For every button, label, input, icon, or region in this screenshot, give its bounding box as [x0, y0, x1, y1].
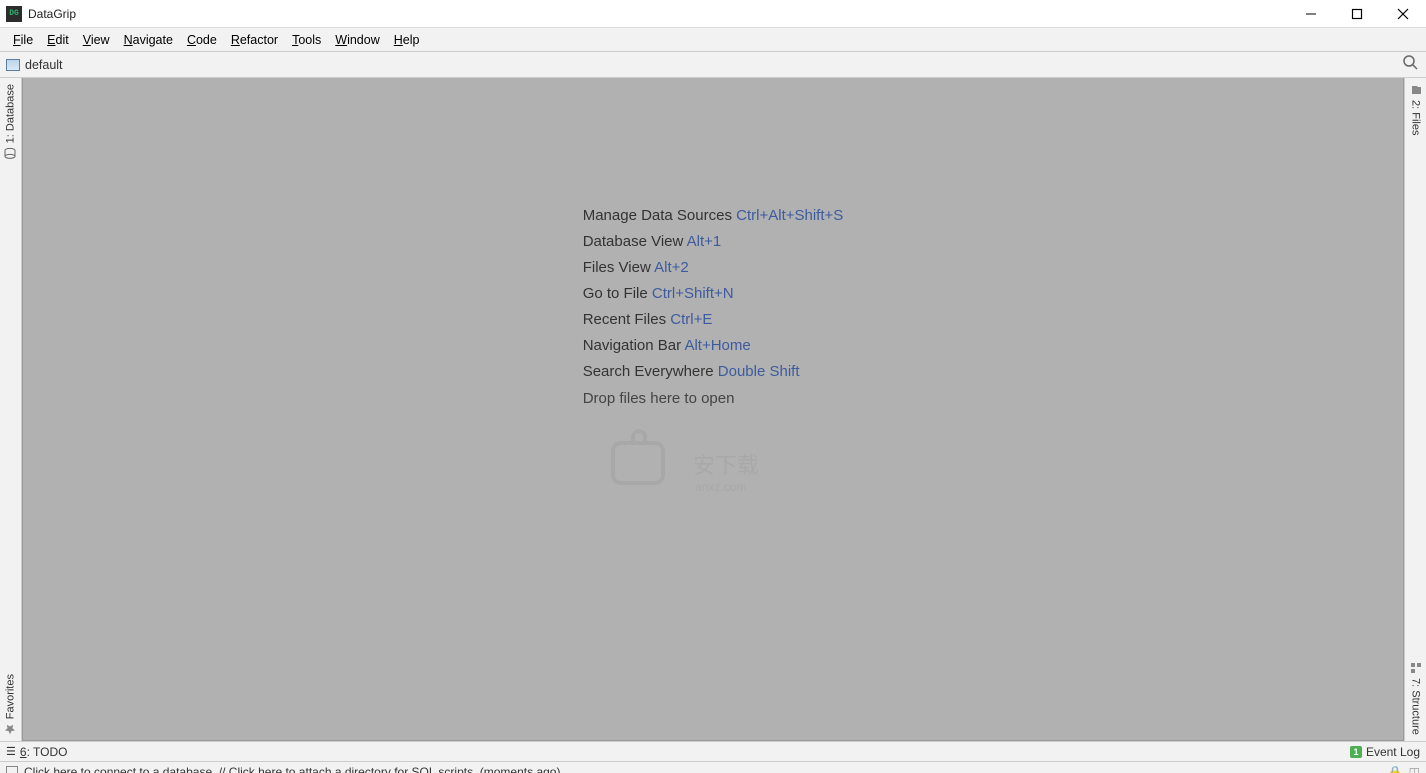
- maximize-button[interactable]: [1334, 0, 1380, 28]
- status-bar: Click here to connect to a database. // …: [0, 761, 1426, 773]
- welcome-files-view[interactable]: Files View Alt+2: [583, 259, 844, 276]
- lock-icon[interactable]: 🔒: [1388, 765, 1403, 773]
- welcome-database-view[interactable]: Database View Alt+1: [583, 233, 844, 250]
- left-sidebar: 1: Database Favorites: [0, 78, 22, 741]
- title-bar: DG DataGrip: [0, 0, 1426, 28]
- app-title: DataGrip: [28, 7, 76, 21]
- welcome-navigation-bar[interactable]: Navigation Bar Alt+Home: [583, 337, 844, 354]
- menu-edit[interactable]: Edit: [40, 31, 76, 49]
- welcome-go-to-file[interactable]: Go to File Ctrl+Shift+N: [583, 285, 844, 302]
- status-icon[interactable]: [6, 766, 18, 773]
- menu-refactor[interactable]: Refactor: [224, 31, 285, 49]
- memory-icon[interactable]: ◫: [1409, 765, 1420, 773]
- welcome-list: Manage Data Sources Ctrl+Alt+Shift+S Dat…: [583, 198, 844, 416]
- main-body: 1: Database Favorites Manage Data Source…: [0, 78, 1426, 741]
- menu-help[interactable]: Help: [387, 31, 427, 49]
- event-log-icon: 1: [1350, 746, 1362, 758]
- menu-file[interactable]: File: [6, 31, 40, 49]
- menu-tools[interactable]: Tools: [285, 31, 328, 49]
- sidebar-tab-database[interactable]: 1: Database: [0, 78, 21, 165]
- menu-window[interactable]: Window: [328, 31, 386, 49]
- status-message[interactable]: Click here to connect to a database. // …: [24, 765, 560, 773]
- drop-files-hint: Drop files here to open: [583, 390, 844, 407]
- welcome-search-everywhere[interactable]: Search Everywhere Double Shift: [583, 363, 844, 380]
- status-right-icons: 🔒 ◫: [1388, 765, 1420, 773]
- sidebar-tab-structure[interactable]: 7: Structure: [1405, 656, 1426, 741]
- bottom-toolbar: ☰ 6: TODO 1 Event Log: [0, 741, 1426, 761]
- watermark-icon: 安下载 anxz.com: [603, 423, 823, 503]
- welcome-recent-files[interactable]: Recent Files Ctrl+E: [583, 311, 844, 328]
- right-sidebar: 2: Files 7: Structure: [1404, 78, 1426, 741]
- sidebar-tab-favorites[interactable]: Favorites: [0, 668, 21, 741]
- folder-icon: [6, 59, 20, 71]
- sidebar-tab-files[interactable]: 2: Files: [1405, 78, 1426, 141]
- close-button[interactable]: [1380, 0, 1426, 28]
- window-controls: [1288, 0, 1426, 28]
- menu-view[interactable]: View: [76, 31, 117, 49]
- todo-icon: ☰: [6, 745, 16, 758]
- app-icon: DG: [6, 6, 22, 22]
- todo-tab[interactable]: 6: TODO: [20, 745, 68, 759]
- minimize-button[interactable]: [1288, 0, 1334, 28]
- navigation-bar: default: [0, 52, 1426, 78]
- svg-text:安下载: 安下载: [693, 453, 759, 478]
- welcome-manage-data-sources[interactable]: Manage Data Sources Ctrl+Alt+Shift+S: [583, 207, 844, 224]
- event-log-tab[interactable]: 1 Event Log: [1350, 745, 1420, 759]
- menu-bar: File Edit View Navigate Code Refactor To…: [0, 28, 1426, 52]
- search-icon[interactable]: [1402, 54, 1418, 75]
- editor-area[interactable]: Manage Data Sources Ctrl+Alt+Shift+S Dat…: [22, 78, 1404, 741]
- svg-text:anxz.com: anxz.com: [695, 480, 746, 494]
- menu-navigate[interactable]: Navigate: [117, 31, 180, 49]
- menu-code[interactable]: Code: [180, 31, 224, 49]
- nav-folder-name[interactable]: default: [25, 58, 63, 72]
